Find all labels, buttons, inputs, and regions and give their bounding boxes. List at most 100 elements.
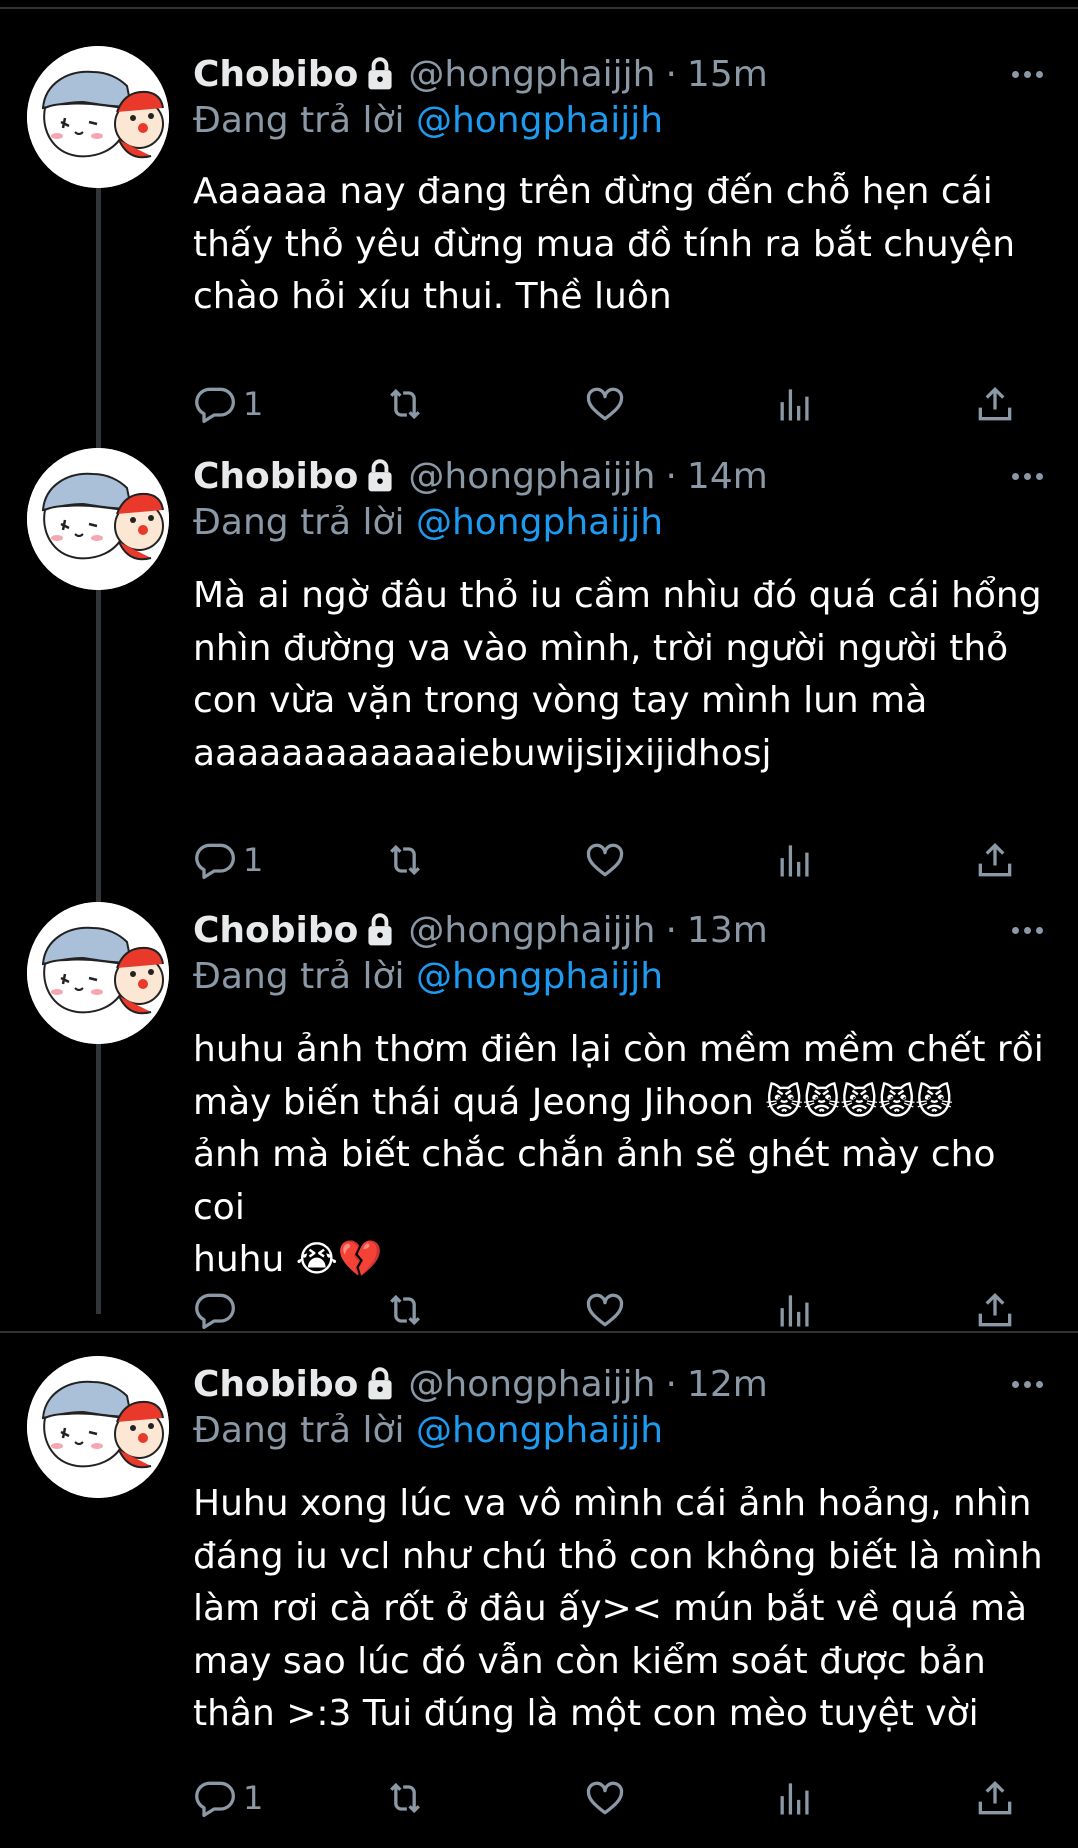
display-name[interactable]: Chobibo xyxy=(193,456,358,497)
more-icon[interactable] xyxy=(1007,902,1043,958)
views-button[interactable] xyxy=(773,380,817,428)
lock-icon xyxy=(364,1366,396,1402)
mention-link[interactable]: @hongphaijjh xyxy=(416,956,663,997)
more-icon[interactable] xyxy=(1007,46,1043,102)
replying-to: Đang trả lời @hongphaijjh xyxy=(193,502,663,543)
reply-count: 1 xyxy=(243,385,264,423)
lock-icon xyxy=(364,56,396,92)
replying-label: Đang trả lời xyxy=(193,100,416,141)
reply-button[interactable] xyxy=(193,1286,243,1334)
display-name[interactable]: Chobibo xyxy=(193,910,358,951)
retweet-icon xyxy=(383,382,427,426)
retweet-icon xyxy=(383,1288,427,1332)
more-icon[interactable] xyxy=(1007,448,1043,504)
like-icon xyxy=(583,1288,627,1332)
reply-icon xyxy=(193,1776,237,1820)
share-button[interactable] xyxy=(973,836,1017,884)
views-icon xyxy=(773,838,817,882)
tweet[interactable]: Chobibo @hongphaijjh · 14m Đang trả lời … xyxy=(0,448,1078,880)
share-icon xyxy=(973,1776,1017,1820)
separator-dot: · xyxy=(665,1363,677,1405)
reply-button[interactable]: 1 xyxy=(193,380,263,428)
action-bar: 1 xyxy=(193,380,1023,428)
avatar[interactable] xyxy=(27,46,169,188)
views-button[interactable] xyxy=(773,836,817,884)
mention-link[interactable]: @hongphaijjh xyxy=(416,1410,663,1451)
reply-icon xyxy=(193,382,237,426)
retweet-button[interactable] xyxy=(383,1774,427,1822)
avatar[interactable] xyxy=(27,1356,169,1498)
views-icon xyxy=(773,382,817,426)
tweet-header: Chobibo @hongphaijjh · 15m xyxy=(193,46,768,102)
user-handle[interactable]: @hongphaijjh xyxy=(408,54,655,95)
lock-icon xyxy=(364,912,396,948)
share-icon xyxy=(973,382,1017,426)
tweet-header: Chobibo @hongphaijjh · 13m xyxy=(193,902,768,958)
retweet-icon xyxy=(383,838,427,882)
separator-dot: · xyxy=(665,53,677,95)
like-button[interactable] xyxy=(583,836,627,884)
action-bar: 1 xyxy=(193,1774,1023,1822)
replying-label: Đang trả lời xyxy=(193,502,416,543)
action-bar: 1 xyxy=(193,836,1023,884)
display-name[interactable]: Chobibo xyxy=(193,1364,358,1405)
display-name[interactable]: Chobibo xyxy=(193,54,358,95)
like-icon xyxy=(583,1776,627,1820)
top-divider xyxy=(0,7,1078,9)
mention-link[interactable]: @hongphaijjh xyxy=(416,100,663,141)
lock-icon xyxy=(364,458,396,494)
tweet[interactable]: Chobibo @hongphaijjh · 13m Đang trả lời … xyxy=(0,902,1078,1330)
tweet-text: Huhu xong lúc va vô mình cái ảnh hoảng, … xyxy=(193,1483,1043,1734)
separator-dot: · xyxy=(665,909,677,951)
replying-to: Đang trả lời @hongphaijjh xyxy=(193,100,663,141)
thread-separator xyxy=(0,1331,1078,1333)
share-icon xyxy=(973,1288,1017,1332)
mention-link[interactable]: @hongphaijjh xyxy=(416,502,663,543)
action-bar xyxy=(193,1286,1023,1334)
user-handle[interactable]: @hongphaijjh xyxy=(408,910,655,951)
timestamp[interactable]: 12m xyxy=(687,1364,768,1405)
share-icon xyxy=(973,838,1017,882)
retweet-button[interactable] xyxy=(383,1286,427,1334)
like-icon xyxy=(583,838,627,882)
views-button[interactable] xyxy=(773,1774,817,1822)
reply-icon xyxy=(193,838,237,882)
tweet-header: Chobibo @hongphaijjh · 14m xyxy=(193,448,768,504)
replying-label: Đang trả lời xyxy=(193,956,416,997)
timestamp[interactable]: 15m xyxy=(687,54,768,95)
views-icon xyxy=(773,1288,817,1332)
user-handle[interactable]: @hongphaijjh xyxy=(408,456,655,497)
reply-button[interactable]: 1 xyxy=(193,836,263,884)
tweet[interactable]: Chobibo @hongphaijjh · 12m Đang trả lời … xyxy=(0,1356,1078,1836)
reply-count: 1 xyxy=(243,1779,264,1817)
tweet-header: Chobibo @hongphaijjh · 12m xyxy=(193,1356,768,1412)
tweet-text: Aaaaaa nay đang trên đừng đến chỗ hẹn cá… xyxy=(193,171,1016,317)
timestamp[interactable]: 13m xyxy=(687,910,768,951)
avatar[interactable] xyxy=(27,448,169,590)
retweet-icon xyxy=(383,1776,427,1820)
reply-button[interactable]: 1 xyxy=(193,1774,263,1822)
replying-to: Đang trả lời @hongphaijjh xyxy=(193,1410,663,1451)
reply-count: 1 xyxy=(243,841,264,879)
timestamp[interactable]: 14m xyxy=(687,456,768,497)
like-button[interactable] xyxy=(583,380,627,428)
user-handle[interactable]: @hongphaijjh xyxy=(408,1364,655,1405)
share-button[interactable] xyxy=(973,1286,1017,1334)
replying-label: Đang trả lời xyxy=(193,1410,416,1451)
avatar[interactable] xyxy=(27,902,169,1044)
retweet-button[interactable] xyxy=(383,380,427,428)
share-button[interactable] xyxy=(973,1774,1017,1822)
tweet[interactable]: Chobibo @hongphaijjh · 15m Đang trả lời … xyxy=(0,46,1078,424)
views-button[interactable] xyxy=(773,1286,817,1334)
share-button[interactable] xyxy=(973,380,1017,428)
tweet-text: Mà ai ngờ đâu thỏ iu cầm nhìu đó quá cái… xyxy=(193,575,1042,774)
like-button[interactable] xyxy=(583,1286,627,1334)
tweet-text: huhu ảnh thơm điên lại còn mềm mềm chết … xyxy=(193,1029,1044,1280)
retweet-button[interactable] xyxy=(383,836,427,884)
separator-dot: · xyxy=(665,455,677,497)
like-button[interactable] xyxy=(583,1774,627,1822)
reply-icon xyxy=(193,1288,237,1332)
more-icon[interactable] xyxy=(1007,1356,1043,1412)
like-icon xyxy=(583,382,627,426)
replying-to: Đang trả lời @hongphaijjh xyxy=(193,956,663,997)
